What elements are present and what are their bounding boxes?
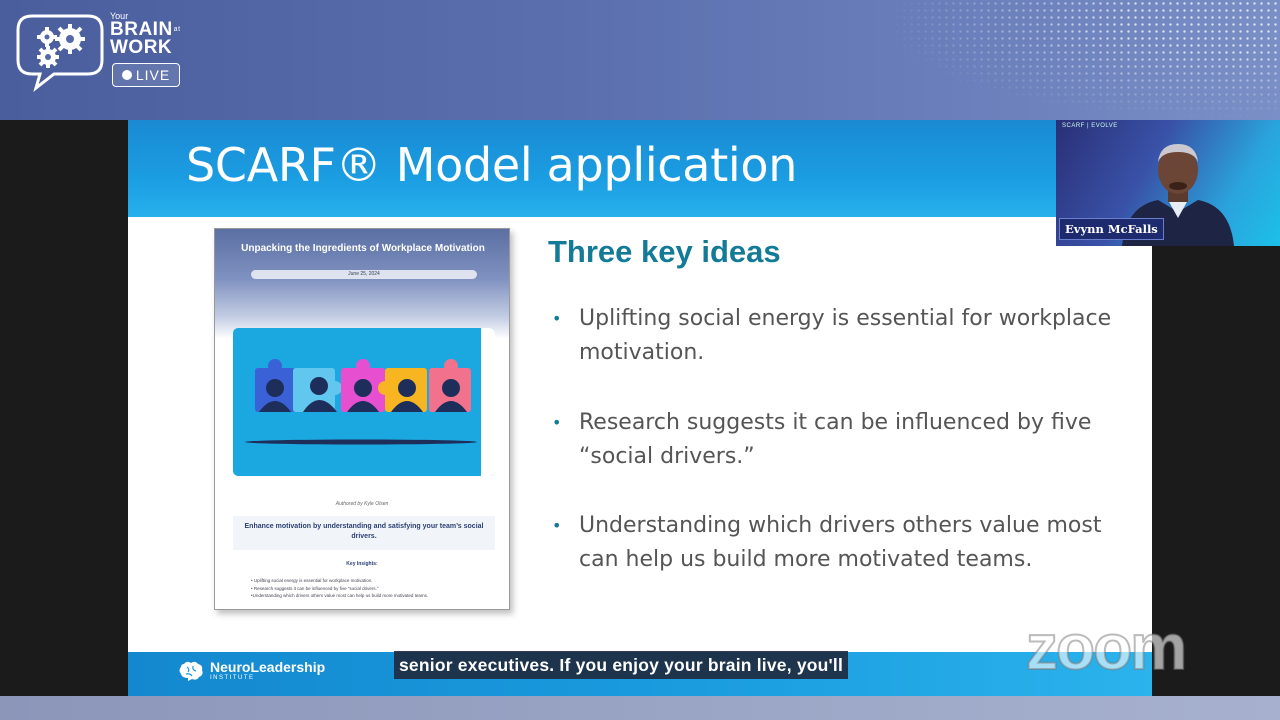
idea-text: Understanding which drivers others value… xyxy=(579,513,1102,572)
image-edge xyxy=(481,328,495,476)
document-author: Authored by Kyle Olsen xyxy=(335,501,389,507)
logo-work: WORK xyxy=(110,37,173,59)
neuroleadership-wordmark: NeuroLeadership INSTITUTE xyxy=(210,660,325,682)
idea-text: Research suggests it can be influenced b… xyxy=(579,410,1092,469)
shared-slide: SCARF® Model application Unpacking the I… xyxy=(128,120,1152,696)
document-insight: • Uplifting social energy is essential f… xyxy=(251,578,373,583)
zoom-watermark: zoom xyxy=(1025,611,1188,683)
logo-at: at xyxy=(173,26,181,33)
brain-icon xyxy=(179,661,203,681)
ideas-heading: Three key ideas xyxy=(548,234,781,269)
idea-item: • Research suggests it can be influenced… xyxy=(552,406,1132,474)
bullet-icon: • xyxy=(552,413,562,432)
document-insights-title: Key Insights: xyxy=(346,561,378,567)
participant-name-tag: Evynn McFalls xyxy=(1059,218,1164,240)
idea-item: • Understanding which drivers others val… xyxy=(552,509,1132,577)
document-insight: •Understanding which drivers others valu… xyxy=(251,593,429,598)
org-name: NeuroLeadership xyxy=(210,659,326,675)
gear-bubble-icon xyxy=(16,14,104,92)
tile-brand-text: SCARF | EVOLVE xyxy=(1062,123,1118,129)
your-brain-at-work-logo: Your BRAINat WORK LIVE xyxy=(14,10,194,92)
slide-title: SCARF® Model application xyxy=(186,138,798,192)
letterbox-left xyxy=(0,120,128,696)
live-caption: senior executives. If you enjoy your bra… xyxy=(394,651,849,679)
participant-video-tile[interactable]: SCARF | EVOLVE Evynn McFalls xyxy=(1056,120,1280,246)
bullet-icon: • xyxy=(552,516,562,535)
document-insights: • Uplifting social energy is essential f… xyxy=(251,577,491,600)
document-insight: • Research suggests it can be influenced… xyxy=(251,585,379,591)
org-subtitle: INSTITUTE xyxy=(210,675,255,681)
puzzle-illustration xyxy=(233,328,495,476)
live-badge: LIVE xyxy=(112,63,180,87)
document-date: June 25, 2024 xyxy=(251,270,477,279)
live-dot-icon xyxy=(121,70,132,80)
idea-item: • Uplifting social energy is essential f… xyxy=(552,302,1132,370)
logo-wordmark: Your BRAINat WORK xyxy=(110,12,181,59)
slide-header: SCARF® Model application xyxy=(128,120,1152,217)
document-thumbnail: Unpacking the Ingredients of Workplace M… xyxy=(214,228,510,610)
live-label: LIVE xyxy=(135,67,171,83)
document-summary: Enhance motivation by understanding and … xyxy=(233,516,495,550)
bullet-icon: • xyxy=(552,309,562,328)
neuroleadership-logo: NeuroLeadership INSTITUTE xyxy=(178,660,325,682)
bottom-band xyxy=(0,696,1280,720)
document-title: Unpacking the Ingredients of Workplace M… xyxy=(241,243,485,254)
puzzle-people-icon xyxy=(245,359,477,445)
dot-pattern xyxy=(880,0,1280,120)
idea-text: Uplifting social energy is essential for… xyxy=(579,306,1112,365)
